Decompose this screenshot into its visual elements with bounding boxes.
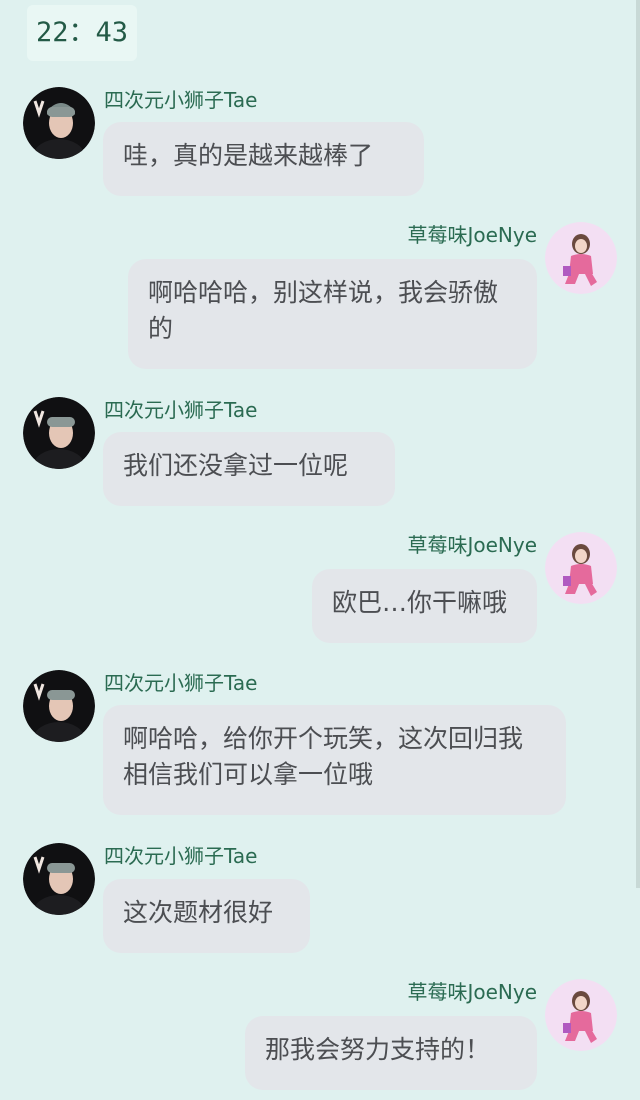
sender-name: 草莓味JoeNye — [407, 533, 537, 557]
tae-avatar[interactable] — [23, 397, 95, 469]
sender-name: 草莓味JoeNye — [407, 223, 537, 247]
joenye-avatar[interactable] — [545, 979, 617, 1051]
avatar-photo-icon — [23, 397, 95, 469]
avatar-illustration-icon — [545, 222, 617, 294]
sender-name: 四次元小狮子Tae — [104, 671, 258, 695]
avatar-illustration-icon — [545, 532, 617, 604]
tae-avatar[interactable] — [23, 670, 95, 742]
avatar-photo-icon — [23, 670, 95, 742]
message-bubble[interactable]: 啊哈哈哈，别这样说，我会骄傲的 — [128, 259, 537, 369]
message-bubble[interactable]: 这次题材很好 — [103, 879, 310, 953]
scrollbar[interactable] — [636, 0, 640, 888]
avatar-illustration-icon — [545, 979, 617, 1051]
sender-name: 草莓味JoeNye — [407, 980, 537, 1004]
timestamp: 22：43 — [27, 5, 137, 61]
joenye-avatar[interactable] — [545, 222, 617, 294]
tae-avatar[interactable] — [23, 87, 95, 159]
message-bubble[interactable]: 那我会努力支持的！ — [245, 1016, 537, 1090]
sender-name: 四次元小狮子Tae — [104, 844, 258, 868]
avatar-photo-icon — [23, 843, 95, 915]
tae-avatar[interactable] — [23, 843, 95, 915]
sender-name: 四次元小狮子Tae — [104, 88, 258, 112]
sender-name: 四次元小狮子Tae — [104, 398, 258, 422]
joenye-avatar[interactable] — [545, 532, 617, 604]
message-bubble[interactable]: 我们还没拿过一位呢 — [103, 432, 395, 506]
message-bubble[interactable]: 哇，真的是越来越棒了 — [103, 122, 424, 196]
avatar-photo-icon — [23, 87, 95, 159]
message-bubble[interactable]: 欧巴…你干嘛哦 — [312, 569, 537, 643]
message-bubble[interactable]: 啊哈哈，给你开个玩笑，这次回归我相信我们可以拿一位哦 — [103, 705, 566, 815]
